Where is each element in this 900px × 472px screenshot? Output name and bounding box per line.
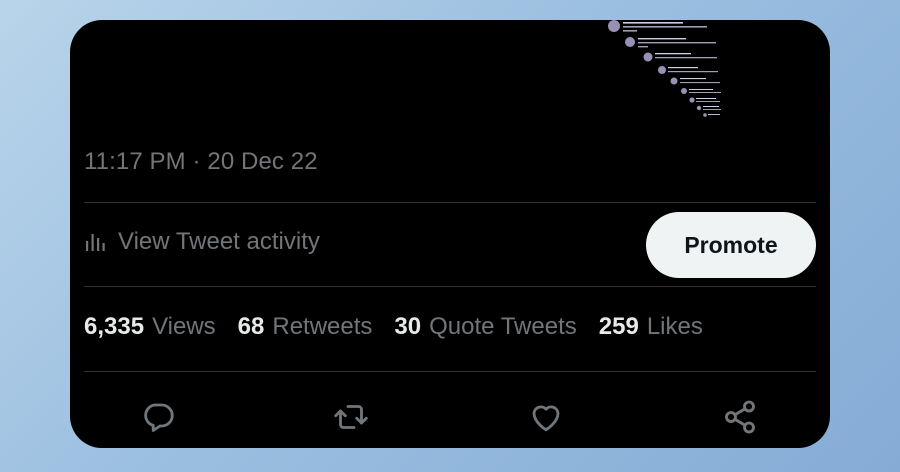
like-button[interactable]: [526, 397, 566, 437]
tweet-actions: [70, 397, 830, 437]
retweets-stat[interactable]: 68 Retweets: [238, 313, 373, 341]
reply-button[interactable]: [138, 397, 178, 437]
tweet-card: 11:17 PM · 20 Dec 22 View Tweet activity…: [70, 20, 830, 448]
retweets-count: 68: [237, 313, 265, 340]
views-stat[interactable]: 6,335 Views: [84, 313, 216, 341]
retweet-button[interactable]: [331, 397, 371, 437]
views-label: Views: [152, 313, 216, 340]
tweet-stats: 6,335 Views 68 Retweets 30 Quote Tweets …: [84, 313, 703, 341]
likes-count: 259: [598, 313, 639, 340]
share-button[interactable]: [720, 397, 760, 437]
share-icon: [725, 400, 755, 434]
likes-label: Likes: [646, 313, 703, 340]
views-count: 6,335: [84, 313, 145, 340]
view-tweet-activity-label: View Tweet activity: [118, 228, 320, 255]
reply-icon: [144, 403, 174, 432]
promote-button[interactable]: Promote: [646, 212, 816, 278]
retweet-icon: [334, 405, 368, 429]
divider: [84, 286, 816, 287]
like-icon: [532, 405, 560, 432]
quote-tweets-count: 30: [394, 313, 422, 340]
quote-tweets-label: Quote Tweets: [429, 313, 577, 340]
embedded-thread-thumbnail[interactable]: [604, 20, 724, 120]
quote-tweets-stat[interactable]: 30 Quote Tweets: [394, 313, 576, 341]
likes-stat[interactable]: 259 Likes: [599, 313, 703, 341]
view-tweet-activity-link[interactable]: View Tweet activity: [84, 228, 320, 256]
tweet-timestamp[interactable]: 11:17 PM · 20 Dec 22: [84, 148, 318, 176]
divider: [84, 371, 816, 372]
bar-chart-icon: [86, 234, 105, 251]
divider: [84, 202, 816, 203]
retweets-label: Retweets: [272, 313, 373, 340]
